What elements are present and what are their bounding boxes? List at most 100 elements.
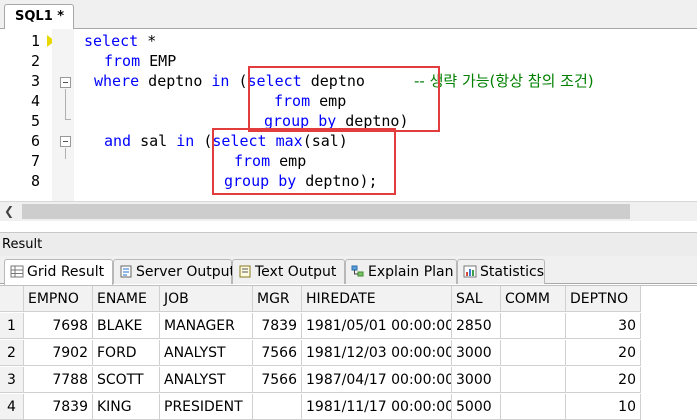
tab-statistics[interactable]: Statistics: [457, 259, 545, 284]
grid-cell[interactable]: 7902: [24, 340, 93, 366]
tab-grid-result[interactable]: Grid Result: [4, 259, 113, 285]
sql-keyword: in: [211, 72, 230, 90]
grid-empty-area: [641, 286, 697, 420]
grid-cell[interactable]: [501, 367, 566, 393]
subquery-highlight-box: [212, 128, 396, 195]
server-output-icon: [120, 265, 132, 278]
sql-text: *: [138, 32, 157, 50]
row-number[interactable]: 1: [0, 313, 24, 339]
sql-text: (: [194, 132, 213, 150]
tab-server-output[interactable]: Server Output: [113, 259, 235, 284]
line-number: 3: [30, 72, 40, 90]
editor-tab-label: SQL1 *: [15, 9, 65, 24]
grid-cell[interactable]: 7788: [24, 367, 93, 393]
row-number[interactable]: 4: [0, 394, 24, 420]
code-comment: -- 생략 가능(항상 참의 조건): [414, 72, 594, 90]
row-number[interactable]: 3: [0, 367, 24, 393]
tab-text-output[interactable]: Text Output: [232, 259, 345, 284]
editor-tab-sql1[interactable]: SQL1 *: [4, 4, 74, 30]
explain-plan-icon: [351, 265, 364, 277]
grid-cell[interactable]: MANAGER: [160, 313, 253, 339]
scroll-left-arrow-icon[interactable]: ❮: [4, 204, 14, 218]
line-number: 6: [30, 132, 40, 150]
line-number: 4: [30, 92, 40, 110]
grid-cell[interactable]: BLAKE: [93, 313, 160, 339]
grid-cell[interactable]: 20: [566, 367, 641, 393]
line-number: 1: [30, 32, 40, 50]
tab-explain-plan[interactable]: Explain Plan: [345, 259, 457, 284]
column-header[interactable]: HIREDATE: [302, 286, 452, 312]
sql-text: EMP: [140, 52, 177, 70]
grid-cell[interactable]: PRESIDENT: [160, 394, 253, 420]
code-area[interactable]: select * from EMP where deptno in ( selec…: [76, 29, 697, 201]
column-header[interactable]: MGR: [253, 286, 302, 312]
tab-label: Grid Result: [27, 264, 105, 280]
grid-cell[interactable]: 1981/12/03 00:00:00: [302, 340, 452, 366]
fold-guide: [65, 89, 66, 119]
line-number: 8: [30, 172, 40, 190]
sql-text: sal: [131, 132, 177, 150]
tab-label: Statistics: [480, 264, 544, 280]
grid-cell[interactable]: [501, 340, 566, 366]
grid-cell[interactable]: [501, 394, 566, 420]
grid-cell[interactable]: 7839: [24, 394, 93, 420]
column-header[interactable]: EMPNO: [24, 286, 93, 312]
grid-cell[interactable]: KING: [93, 394, 160, 420]
column-header[interactable]: DEPTNO: [566, 286, 641, 312]
sql-text: (: [229, 72, 248, 90]
column-header[interactable]: SAL: [452, 286, 501, 312]
grid-icon: [10, 265, 24, 278]
grid-cell[interactable]: 1981/11/17 00:00:00: [302, 394, 452, 420]
grid-cell[interactable]: [501, 313, 566, 339]
result-grid[interactable]: EMPNO ENAME JOB MGR HIREDATE SAL COMM DE…: [0, 285, 697, 420]
sql-keyword: from: [104, 52, 141, 70]
fold-guide-end: [65, 119, 71, 120]
grid-cell[interactable]: 7566: [253, 367, 302, 393]
column-header[interactable]: ENAME: [93, 286, 160, 312]
tab-label: Explain Plan: [368, 264, 454, 280]
grid-cell[interactable]: ANALYST: [160, 340, 253, 366]
line-number: 7: [30, 152, 40, 170]
grid-cell[interactable]: 3000: [452, 340, 501, 366]
column-header[interactable]: COMM: [501, 286, 566, 312]
line-number-gutter: 1 2 3 4 5 6 7 8: [0, 29, 55, 201]
sql-keyword: where: [94, 72, 140, 90]
grid-cell[interactable]: [253, 394, 302, 420]
grid-cell[interactable]: 30: [566, 313, 641, 339]
editor-tab-strip: SQL1 *: [0, 0, 697, 30]
grid-cell[interactable]: 3000: [452, 367, 501, 393]
sql-keyword: select: [84, 32, 139, 50]
grid-cell[interactable]: 5000: [452, 394, 501, 420]
code-line-2: from EMP: [104, 51, 176, 71]
fold-collapse-icon[interactable]: [60, 136, 71, 147]
text-output-icon: [239, 265, 251, 278]
tab-label: Text Output: [255, 264, 337, 280]
grid-corner[interactable]: [0, 286, 24, 312]
scrollbar-thumb[interactable]: [22, 204, 630, 219]
sql-text: deptno: [139, 72, 212, 90]
grid-cell[interactable]: FORD: [93, 340, 160, 366]
editor-horizontal-scrollbar[interactable]: ❮: [0, 201, 697, 221]
fold-collapse-icon[interactable]: [60, 77, 71, 88]
result-panel-header: Result: [0, 232, 697, 256]
fold-column: [52, 29, 74, 201]
grid-cell[interactable]: 1987/04/17 00:00:00: [302, 367, 452, 393]
statistics-icon: [463, 265, 477, 278]
grid-cell[interactable]: 2850: [452, 313, 501, 339]
grid-cell[interactable]: 20: [566, 340, 641, 366]
grid-cell[interactable]: 7566: [253, 340, 302, 366]
grid-cell[interactable]: 7698: [24, 313, 93, 339]
column-header[interactable]: JOB: [160, 286, 253, 312]
code-line-1: select *: [84, 31, 156, 51]
row-number[interactable]: 2: [0, 340, 24, 366]
tab-label: Server Output: [136, 264, 235, 280]
sql-keyword: in: [176, 132, 195, 150]
grid-cell[interactable]: 10: [566, 394, 641, 420]
grid-cell[interactable]: ANALYST: [160, 367, 253, 393]
grid-cell[interactable]: 7839: [253, 313, 302, 339]
sql-editor[interactable]: 1 2 3 4 5 6 7 8 select * from EMP where …: [0, 29, 697, 201]
sql-keyword: and: [104, 132, 132, 150]
line-number: 2: [30, 52, 40, 70]
grid-cell[interactable]: SCOTT: [93, 367, 160, 393]
grid-cell[interactable]: 1981/05/01 00:00:00: [302, 313, 452, 339]
